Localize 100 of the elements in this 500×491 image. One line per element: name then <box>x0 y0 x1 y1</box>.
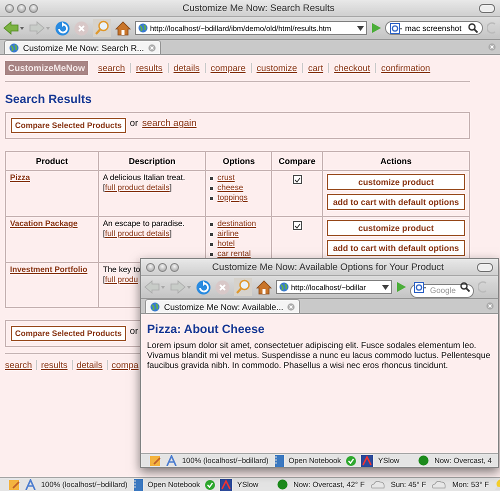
bullet-icon <box>210 232 214 236</box>
go-icon[interactable] <box>371 23 381 33</box>
notepad-icon[interactable] <box>149 454 161 466</box>
nav-link[interactable]: customize <box>250 63 302 73</box>
product-description: An escape to paradise. <box>102 219 185 229</box>
bracket-text: ] <box>170 229 172 238</box>
bracket-text: [ <box>102 229 106 238</box>
body-paragraph: Lorem ipsum dolor sit amet, consectetuer adipiscing elit. Fusce sodales elementum leo. Vivamus blandit mi vel metus. Suspendisse a nunc eu lacus commodo luctus. Pellentesque faucibus gravida nibh. In commodo. Phasellus a wisi nec eros rhoncus tincidunt. <box>147 340 492 370</box>
nav-link[interactable]: search <box>93 63 130 73</box>
forward-icon[interactable] <box>29 21 51 35</box>
search-icon[interactable] <box>468 23 478 33</box>
or-text: or <box>130 118 138 129</box>
close-icon[interactable] <box>287 302 296 310</box>
nav-link[interactable]: details <box>168 63 205 73</box>
spinner-icon <box>478 281 488 293</box>
status-dot-icon <box>418 455 430 466</box>
globe-icon <box>9 42 19 52</box>
bullet-icon <box>210 186 214 190</box>
browser-tab[interactable]: Customize Me Now: Available... <box>145 299 300 313</box>
product-description: The key to <box>102 265 140 275</box>
bracket-text: ] <box>170 183 172 192</box>
option-link[interactable]: car rental <box>217 249 251 259</box>
back-icon[interactable] <box>144 280 166 294</box>
product-description: A delicious Italian treat. <box>102 173 186 183</box>
page-heading: Search Results <box>5 92 93 106</box>
page-heading: Pizza: About Cheese <box>147 322 266 336</box>
reload-icon[interactable] <box>196 280 211 294</box>
dropdown-icon[interactable] <box>357 26 364 30</box>
window-title: Customize Me Now: Search Results <box>181 2 336 14</box>
dropdown-icon[interactable] <box>382 284 389 290</box>
nav-link[interactable]: search <box>5 360 36 370</box>
option-link[interactable]: hotel <box>217 239 235 249</box>
option-link[interactable]: toppings <box>217 193 248 203</box>
compare-button[interactable]: Compare Selected Products <box>11 118 126 133</box>
forward-icon[interactable] <box>170 280 192 294</box>
option-link[interactable]: crust <box>217 173 235 183</box>
check-icon <box>346 456 356 466</box>
action-button[interactable]: add to cart with default options <box>327 194 465 210</box>
search-icon[interactable] <box>460 282 470 292</box>
go-icon[interactable] <box>396 282 406 292</box>
option-link[interactable]: destination <box>217 219 256 229</box>
search-field[interactable]: mac screenshot <box>385 21 483 35</box>
browser-tab[interactable]: Customize Me Now: Search R... <box>4 40 161 54</box>
yslow-icon[interactable] <box>361 454 374 466</box>
home-icon[interactable] <box>256 280 272 294</box>
close-icon[interactable] <box>486 302 494 310</box>
nav-link[interactable]: details <box>72 360 107 370</box>
stop-icon[interactable] <box>74 20 89 36</box>
product-link[interactable]: Pizza <box>10 173 30 182</box>
action-button[interactable]: customize product <box>327 220 465 236</box>
compare-checkbox[interactable] <box>292 175 302 184</box>
reload-icon[interactable] <box>55 20 70 36</box>
bracket-text: [ <box>102 183 106 192</box>
search-engine-icon[interactable] <box>390 22 402 34</box>
compare-checkbox[interactable] <box>292 221 302 230</box>
compare-button[interactable]: Compare Selected Products <box>11 326 126 341</box>
font-size-icon[interactable] <box>25 479 36 490</box>
nav-link[interactable]: cart <box>302 63 328 73</box>
full-product-link[interactable]: full product details <box>105 183 170 192</box>
bracket-text: [ <box>102 275 106 284</box>
or-text: or <box>130 326 138 337</box>
window-title: Customize Me Now: Available Options for Your Product <box>211 262 445 272</box>
nav-link[interactable]: checkout <box>328 63 376 73</box>
status-dot-icon <box>277 479 288 490</box>
font-size-icon[interactable] <box>166 455 177 466</box>
pill-button[interactable] <box>479 4 495 12</box>
bullet-icon <box>210 252 214 256</box>
option-link[interactable]: airline <box>217 229 239 239</box>
action-button[interactable]: add to cart with default options <box>327 240 465 256</box>
pill-button[interactable] <box>477 262 493 272</box>
notebook-icon[interactable] <box>274 454 284 466</box>
search-engine-icon[interactable] <box>414 282 426 292</box>
home-icon[interactable] <box>115 20 131 36</box>
nav-link[interactable]: results <box>36 360 72 370</box>
option-link[interactable]: cheese <box>217 183 244 193</box>
notebook-icon[interactable] <box>132 478 143 490</box>
column-header: Compare <box>272 152 322 170</box>
nav-link[interactable]: compare <box>204 63 251 73</box>
bullet-icon <box>210 196 214 200</box>
stop-icon[interactable] <box>215 280 230 294</box>
search-again-link[interactable]: search again <box>142 118 197 129</box>
yslow-icon[interactable] <box>220 478 232 490</box>
back-icon[interactable] <box>3 21 25 35</box>
full-product-link[interactable]: full product details <box>105 229 170 238</box>
globe-icon <box>150 302 160 312</box>
spinner-icon <box>487 22 497 34</box>
column-header: Options <box>206 152 272 170</box>
close-icon[interactable] <box>488 43 496 51</box>
bullet-icon <box>210 242 214 246</box>
close-icon[interactable] <box>148 44 156 52</box>
product-link[interactable]: Vacation Package <box>10 219 78 228</box>
notepad-icon[interactable] <box>8 478 20 490</box>
nav-link[interactable]: confirmation <box>375 63 436 73</box>
column-header: Description <box>98 152 206 170</box>
action-button[interactable]: customize product <box>327 174 465 190</box>
column-header: Product <box>6 152 98 170</box>
nav-link[interactable]: results <box>130 63 168 73</box>
check-icon <box>205 480 216 490</box>
product-link[interactable]: Investment Portfolio <box>10 265 88 274</box>
full-product-link[interactable]: full produ <box>105 275 138 284</box>
